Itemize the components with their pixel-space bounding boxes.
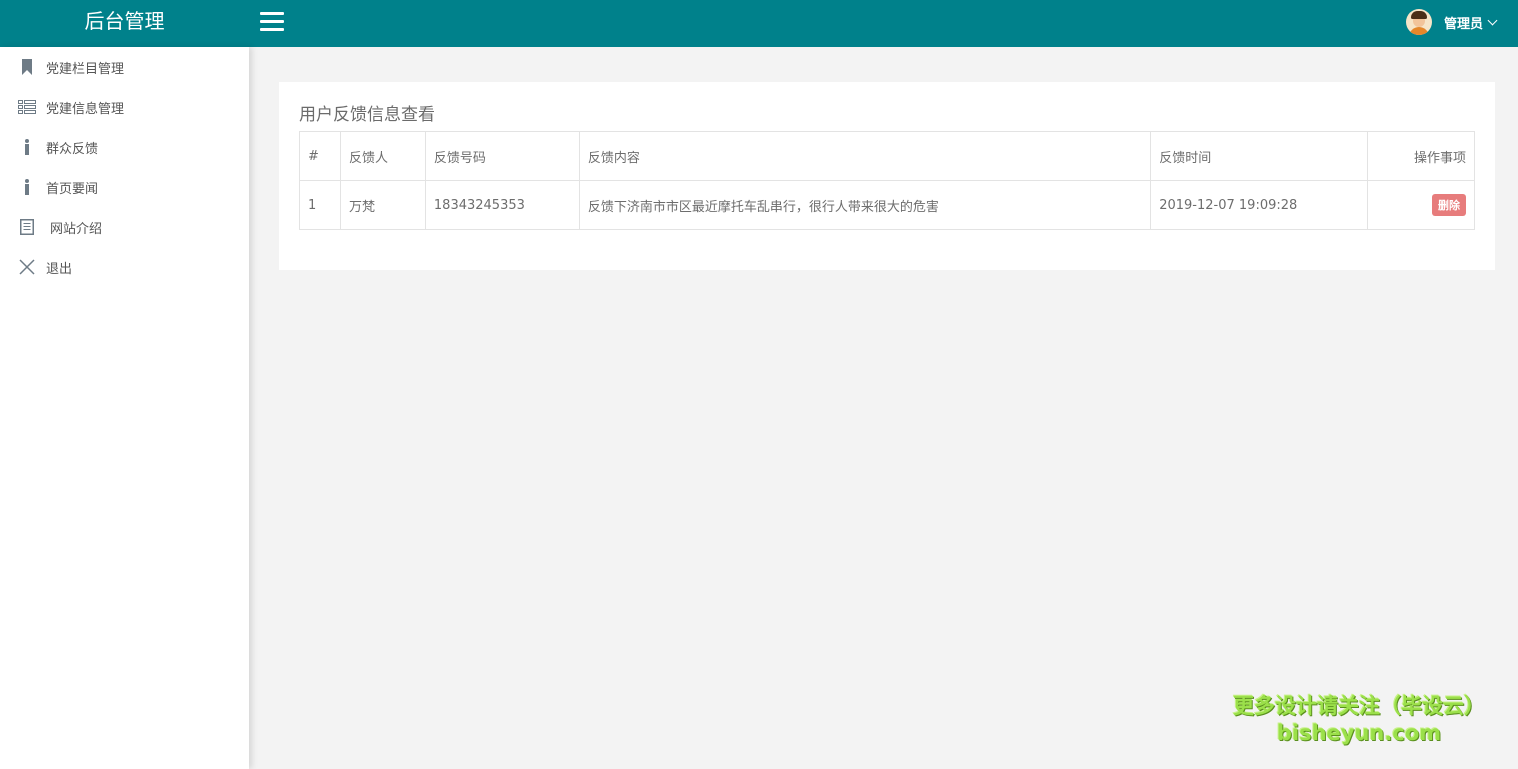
cell-content: 反馈下济南市市区最近摩托车乱串行，很行人带来很大的危害 [578,180,1152,230]
sidebar-item-logout[interactable]: 退出 [0,247,249,287]
column-header-name: 反馈人 [339,131,426,181]
sidebar-item-label: 群众反馈 [46,141,99,157]
sidebar-item-label: 党建信息管理 [46,101,125,117]
column-header-time: 反馈时间 [1150,131,1369,181]
cell-name: 万梵 [339,180,426,230]
bookmark-icon [18,58,36,76]
sidebar-item-site-intro[interactable]: 网站介绍 [0,207,249,247]
watermark: 更多设计请关注（毕设云） bisheyun.com [1224,692,1494,746]
sidebar-item-label: 网站介绍 [50,221,103,237]
page-title: 用户反馈信息查看 [299,105,435,125]
sidebar-item-label: 首页要闻 [46,181,99,197]
column-header-content: 反馈内容 [578,131,1152,181]
info-icon [18,178,36,196]
document-icon [18,218,36,236]
cell-time: 2019-12-07 19:09:28 [1150,180,1369,230]
user-menu[interactable]: 管理员 [1405,7,1498,37]
cell-actions: 删除 [1367,180,1475,230]
sidebar-item-info-management[interactable]: 党建信息管理 [0,87,249,127]
watermark-line1: 更多设计请关注（毕设云） [1233,694,1485,718]
menu-toggle-icon[interactable] [260,12,284,34]
sidebar-item-feedback[interactable]: 群众反馈 [0,127,249,167]
feedback-panel: 用户反馈信息查看 # 反馈人 反馈号码 反馈内容 反馈时间 操作事项 1 万梵 [279,82,1495,270]
cell-phone: 18343245353 [424,180,580,230]
sidebar-item-label: 退出 [46,261,73,277]
app-title: 后台管理 [84,9,165,33]
sidebar-item-column-management[interactable]: 党建栏目管理 [0,47,249,87]
column-header-index: # [299,131,341,181]
chevron-down-icon [1487,15,1498,25]
close-icon [18,258,36,276]
info-icon [18,138,36,156]
list-icon [18,98,36,116]
column-header-actions: 操作事项 [1367,131,1475,181]
avatar [1405,9,1432,35]
top-header: 后台管理 管理员 [0,0,1518,47]
feedback-table: # 反馈人 反馈号码 反馈内容 反馈时间 操作事项 1 万梵 183432453… [299,131,1475,230]
cell-index: 1 [299,180,341,230]
delete-button[interactable]: 删除 [1432,194,1466,216]
sidebar-item-homepage-news[interactable]: 首页要闻 [0,167,249,207]
sidebar-item-label: 党建栏目管理 [46,61,125,77]
user-name: 管理员 [1443,16,1483,32]
sidebar: 党建栏目管理 党建信息管理 群众反馈 首页要闻 网站介绍 退出 [0,47,249,769]
watermark-line2: bisheyun.com [1276,721,1442,745]
column-header-phone: 反馈号码 [424,131,580,181]
table-row: 1 万梵 18343245353 反馈下济南市市区最近摩托车乱串行，很行人带来很… [299,180,1475,230]
table-header-row: # 反馈人 反馈号码 反馈内容 反馈时间 操作事项 [299,131,1475,181]
